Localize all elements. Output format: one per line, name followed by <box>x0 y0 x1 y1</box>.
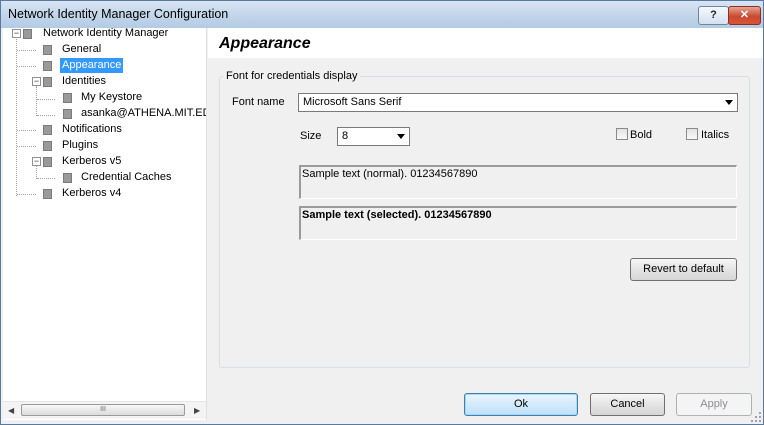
tree-item-label: Appearance <box>60 58 124 73</box>
tree-item-identities[interactable]: − Identities <box>3 74 203 90</box>
resize-grip-icon[interactable] <box>751 412 761 422</box>
chevron-down-icon <box>397 134 405 139</box>
tree-item-label: My Keystore <box>81 91 143 103</box>
sample-selected-box: Sample text (selected). 01234567890 <box>299 206 737 240</box>
tree-item-label: Kerberos v4 <box>62 187 122 199</box>
close-button[interactable]: ✕ <box>728 6 761 25</box>
size-value: 8 <box>342 130 349 142</box>
tree-item-label: General <box>62 43 102 55</box>
collapse-icon[interactable]: − <box>32 157 41 166</box>
chevron-down-icon <box>725 100 733 105</box>
size-label: Size <box>300 130 322 142</box>
tree-item-appearance[interactable]: Appearance <box>3 58 203 74</box>
tree-item-kerberos-v5[interactable]: − Kerberos v5 <box>3 154 203 170</box>
tree-item-kerberos-v4[interactable]: Kerberos v4 <box>3 186 203 202</box>
collapse-icon[interactable]: − <box>12 29 21 38</box>
tree-item-notifications[interactable]: Notifications <box>3 122 203 138</box>
bold-checkbox[interactable] <box>616 128 628 140</box>
italics-checkbox[interactable] <box>686 128 698 140</box>
node-icon <box>43 61 52 71</box>
collapse-icon[interactable]: − <box>32 77 41 86</box>
sample-normal-box: Sample text (normal). 01234567890 <box>299 165 737 199</box>
tree-item-general[interactable]: General <box>3 42 203 58</box>
font-name-label: Font name <box>232 96 285 108</box>
bold-label[interactable]: Bold <box>630 129 652 141</box>
tree-item-label: Network Identity Manager <box>43 27 169 39</box>
sample-normal-text: Sample text (normal). 01234567890 <box>302 168 478 180</box>
page-title: Appearance <box>219 35 311 52</box>
node-icon <box>63 93 72 103</box>
scroll-right-icon[interactable]: ▶ <box>194 406 200 415</box>
tree-item-root[interactable]: − Network Identity Manager <box>3 26 203 42</box>
grip-icon: III <box>100 406 106 413</box>
node-icon <box>23 29 32 39</box>
size-select[interactable]: 8 <box>337 127 410 146</box>
navigation-tree: − Network Identity Manager General Appea… <box>3 26 207 420</box>
ok-button[interactable]: Ok <box>464 393 578 416</box>
node-icon <box>43 77 52 87</box>
tree-item-label: asanka@ATHENA.MIT.EDU <box>81 107 206 119</box>
node-icon <box>63 173 72 183</box>
node-icon <box>43 45 52 55</box>
sample-selected-text: Sample text (selected). 01234567890 <box>302 209 492 221</box>
tree-item-label: Kerberos v5 <box>62 155 122 167</box>
page-header: Appearance <box>208 28 763 58</box>
italics-label[interactable]: Italics <box>701 129 729 141</box>
tree-item-plugins[interactable]: Plugins <box>3 138 203 154</box>
tree-horizontal-scrollbar[interactable]: ◀ III ▶ <box>3 401 206 419</box>
revert-to-default-button[interactable]: Revert to default <box>630 258 737 281</box>
node-icon <box>43 141 52 151</box>
cancel-button[interactable]: Cancel <box>590 393 665 416</box>
node-icon <box>63 109 72 119</box>
tree-item-label: Credential Caches <box>81 171 172 183</box>
help-button[interactable]: ? <box>698 6 729 25</box>
font-name-select[interactable]: Microsoft Sans Serif <box>298 93 738 112</box>
group-label: Font for credentials display <box>223 70 361 82</box>
tree-item-label: Plugins <box>62 139 99 151</box>
tree-item-label: Identities <box>62 75 107 87</box>
node-icon <box>43 157 52 167</box>
tree-item-identity[interactable]: asanka@ATHENA.MIT.EDU <box>3 106 206 122</box>
window-title: Network Identity Manager Configuration <box>8 7 229 21</box>
node-icon <box>43 189 52 199</box>
tree-item-my-keystore[interactable]: My Keystore <box>3 90 203 106</box>
tree-item-credential-caches[interactable]: Credential Caches <box>3 170 203 186</box>
font-name-value: Microsoft Sans Serif <box>303 96 402 108</box>
scrollbar-thumb[interactable]: III <box>21 404 185 416</box>
scroll-left-icon[interactable]: ◀ <box>8 406 14 415</box>
title-bar: Network Identity Manager Configuration ?… <box>1 1 763 28</box>
apply-button[interactable]: Apply <box>676 393 752 416</box>
config-dialog: Network Identity Manager Configuration ?… <box>0 0 764 425</box>
tree-item-label: Notifications <box>62 123 122 135</box>
node-icon <box>43 125 52 135</box>
